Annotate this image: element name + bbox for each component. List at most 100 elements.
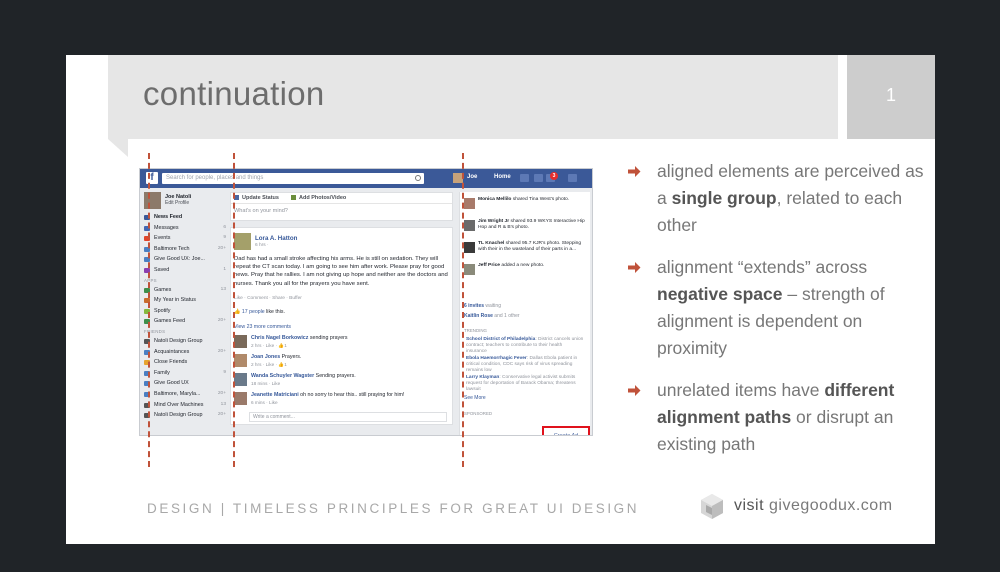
post-likes-suffix: like this. — [264, 309, 285, 315]
ticker-name[interactable]: TL Knachel — [478, 241, 504, 246]
status-input[interactable]: What's on your mind? — [231, 204, 452, 220]
comment-input[interactable]: Write a comment... — [249, 412, 447, 422]
ticker-body: added a new photo. — [500, 263, 545, 268]
sidebar-item[interactable]: Family 9 — [144, 368, 226, 379]
comment-meta[interactable]: 18 mins · Like — [251, 381, 280, 386]
ticker-avatar[interactable] — [464, 220, 475, 231]
update-status-tab[interactable]: Update Status — [242, 195, 279, 201]
sidebar-item[interactable]: Close Friends — [144, 357, 226, 368]
sidebar-item-label: Give Good UX: Joe... — [154, 256, 205, 263]
givegoodux-logo-icon — [701, 494, 723, 519]
search-icon[interactable] — [415, 175, 421, 181]
bullet-item: aligned elements are perceived as a sing… — [626, 158, 926, 239]
kaitlin-suffix: and 1 other — [492, 313, 520, 319]
sidebar-item[interactable]: Saved 1 — [144, 265, 226, 276]
ticker-item[interactable]: TL Knachel shared 95.7 KJR's photo. Step… — [460, 240, 590, 262]
sidebar-item[interactable]: Games 13 — [144, 285, 226, 296]
trending-topic[interactable]: Larry Klayman — [466, 375, 499, 380]
create-ad-button[interactable]: Create Ad — [542, 426, 590, 435]
fb-nav-user[interactable]: Joe — [467, 174, 477, 180]
sidebar-item[interactable]: Spotify — [144, 306, 226, 317]
comment-body: oh no sorry to hear this.. still praying… — [298, 392, 405, 398]
ticker-name[interactable]: Jim Wright Jr — [478, 219, 509, 224]
ticker-name[interactable]: Monica Mellilo — [478, 197, 511, 202]
trending-item[interactable]: Larry Klayman: Conservative legal activi… — [466, 375, 584, 393]
fb-nav-home[interactable]: Home — [494, 174, 511, 180]
sidebar-item-label: Natoli Design Group — [154, 412, 203, 419]
comment-avatar[interactable] — [234, 354, 247, 367]
post-author[interactable]: Lora A. Hatton — [255, 235, 297, 242]
post-actions[interactable]: Like · Comment · Share · Buffer — [234, 296, 302, 301]
sidebar-item[interactable]: Games Feed 20+ — [144, 316, 226, 327]
post-author-avatar[interactable] — [234, 233, 251, 250]
sidebar-item-label: Spotify — [154, 307, 171, 314]
see-more-link[interactable]: See More — [464, 395, 486, 401]
comment-text: Jeanette Matriciani oh no sorry to hear … — [251, 392, 404, 398]
comment-meta[interactable]: 2 hrs · Like · 👍1 — [251, 362, 287, 368]
sidebar-item[interactable]: Acquaintances 20+ — [144, 347, 226, 358]
edit-profile-link[interactable]: Edit Profile — [165, 200, 189, 206]
profile-avatar[interactable] — [144, 192, 161, 209]
notification-badge: 3 — [550, 172, 558, 180]
ticker-item[interactable]: Jeff Price added a new photo. — [460, 262, 590, 284]
trending-topic[interactable]: Ebola Haemorrhagic Fever — [466, 356, 527, 361]
sidebar-item[interactable]: Baltimore Tech 20+ — [144, 244, 226, 255]
post-time[interactable]: 6 hrs · — [255, 243, 269, 248]
ticker-text: Jim Wright Jr shared 93.9 WKYS Interacti… — [478, 219, 588, 231]
comment-author[interactable]: Joan Jones — [251, 354, 280, 360]
sidebar-item[interactable]: Mind Over Machines 13 — [144, 400, 226, 411]
view-more-comments[interactable]: View 23 more comments — [234, 324, 291, 330]
bullet-item: alignment “extends” across negative spac… — [626, 254, 926, 362]
trending-item[interactable]: School District of Philadelphia: Distric… — [466, 337, 584, 355]
kaitlin-name[interactable]: Kaitlin Rose — [464, 313, 493, 319]
invites-row[interactable]: 6 invites waiting — [464, 303, 501, 309]
fb-search-input[interactable]: Search for people, places and things — [162, 173, 424, 184]
footer-url[interactable]: givegoodux.com — [769, 497, 893, 514]
comment-avatar[interactable] — [234, 392, 247, 405]
ticker-item[interactable]: Jim Wright Jr shared 93.9 WKYS Interacti… — [460, 218, 590, 240]
comment-author[interactable]: Chris Nagel Borkowicz — [251, 335, 308, 341]
comment-author[interactable]: Wanda Schuyler Wagster — [251, 373, 314, 379]
sidebar-item-label: Saved — [154, 266, 170, 273]
post-likes-count[interactable]: 17 people — [242, 309, 265, 315]
comment-avatar[interactable] — [234, 335, 247, 348]
sidebar-item[interactable]: Events 9 — [144, 233, 226, 244]
comment-meta[interactable]: 2 hrs · Like · 👍1 — [251, 343, 287, 349]
kaitlin-row[interactable]: Kaitlin Rose and 1 other — [464, 313, 520, 319]
add-photos-tab[interactable]: Add Photos/Video — [299, 195, 346, 201]
fb-search-placeholder: Search for people, places and things — [166, 175, 264, 181]
comment-body: Sending prayers. — [314, 373, 356, 379]
sidebar-item[interactable]: Messages 6 — [144, 223, 226, 234]
fb-profile[interactable]: Joe Natoli Edit Profile — [144, 192, 226, 212]
sidebar-item-label: Acquaintances — [154, 348, 190, 355]
trending-item[interactable]: Ebola Haemorrhagic Fever: Dallas Ebola p… — [466, 356, 584, 374]
sidebar-item-count: 9 — [223, 369, 226, 375]
comment-avatar[interactable] — [234, 373, 247, 386]
sidebar-item[interactable]: Natoli Design Group 20+ — [144, 410, 226, 421]
ticker-avatar[interactable] — [464, 242, 475, 253]
comment-author[interactable]: Jeanette Matriciani — [251, 392, 299, 398]
sidebar-item[interactable]: News Feed — [144, 212, 226, 223]
settings-icon[interactable] — [568, 174, 577, 182]
slide-number-box: 1 — [847, 55, 935, 139]
sidebar-item-label: Baltimore Tech — [154, 245, 190, 252]
invites-count[interactable]: 6 invites — [464, 303, 484, 309]
friend-requests-icon[interactable] — [520, 174, 529, 182]
sidebar-item[interactable]: Give Good UX — [144, 378, 226, 389]
ticker-avatar[interactable] — [464, 198, 475, 209]
sidebar-item[interactable]: Baltimore, Maryla... 20+ — [144, 389, 226, 400]
sidebar-item[interactable]: Give Good UX: Joe... — [144, 254, 226, 265]
footer-site[interactable]: visit givegoodux.com — [734, 497, 893, 515]
fb-left-sidebar: Joe Natoli Edit Profile News Feed Message… — [144, 192, 226, 421]
ticker-name[interactable]: Jeff Price — [478, 263, 500, 268]
messages-icon[interactable] — [534, 174, 543, 182]
comment-meta[interactable]: 6 mins · Like — [251, 400, 278, 405]
sidebar-item-label: Events — [154, 235, 171, 242]
ticker-item[interactable]: Monica Mellilo shared Tina West's photo. — [460, 196, 590, 218]
title-band-tail — [108, 139, 128, 157]
sidebar-item-label: Messages — [154, 224, 179, 231]
trending-topic[interactable]: School District of Philadelphia — [466, 337, 535, 342]
sidebar-item[interactable]: Natoli Design Group — [144, 336, 226, 347]
ticker-avatar[interactable] — [464, 264, 475, 275]
sidebar-item[interactable]: My Year in Status — [144, 295, 226, 306]
